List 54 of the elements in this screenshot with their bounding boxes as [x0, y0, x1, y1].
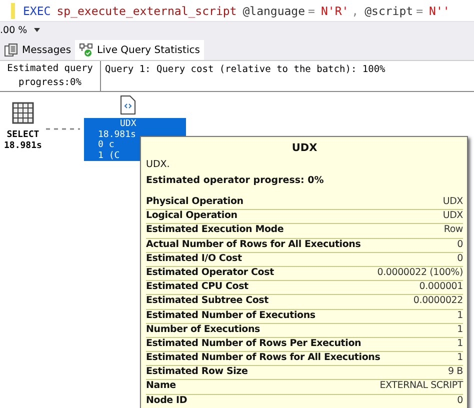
table-icon	[12, 102, 34, 124]
tooltip-title: UDX	[290, 142, 318, 155]
code-keyword: EXEC	[23, 4, 51, 18]
query-estimate-text: Estimated query progress:0%	[0, 61, 101, 91]
property-name: Logical Operation	[146, 210, 238, 224]
property-name: Physical Operation	[146, 196, 244, 209]
code-operator: =	[308, 4, 315, 18]
property-value: 0.000001	[419, 281, 463, 294]
zoom-dropdown[interactable]: .00 %	[0, 24, 44, 36]
property-name: Estimated Number of Rows Per Execution	[146, 338, 362, 351]
property-value: UDX	[442, 210, 463, 224]
property-name: Actual Number of Rows for All Executions	[146, 238, 361, 252]
property-value: 0	[457, 252, 463, 266]
property-name: Name	[146, 380, 176, 394]
property-name: Estimated Number of Executions	[146, 310, 316, 322]
tab[interactable]: Messages	[0, 40, 76, 60]
property-name: Estimated Row Size	[146, 366, 248, 380]
property-name: Node ID	[146, 394, 188, 408]
procedure-name: sp_execute_external_script	[56, 4, 237, 18]
caret-icon	[34, 28, 40, 32]
tab[interactable]: Live Query Statistics	[75, 40, 204, 60]
property-value: 1	[457, 324, 463, 337]
property-value: 0.0000022	[413, 295, 463, 308]
property-value: EXTERNAL SCRIPT	[380, 380, 463, 394]
property-name: Estimated CPU Cost	[146, 281, 248, 294]
tooltip-description: UDX.	[146, 159, 171, 171]
code-parameter: @language	[242, 4, 306, 18]
property-value: 0.0000022 (100%)	[377, 266, 463, 280]
property-value: 9 B	[448, 366, 463, 380]
property-value: 0	[457, 394, 463, 408]
property-name: Estimated Operator Cost	[146, 266, 274, 280]
property-value: 1	[457, 338, 463, 351]
document-icon	[4, 43, 18, 57]
code-string: N''	[429, 4, 450, 18]
property-value: 1	[457, 310, 463, 322]
property-name: Estimated Number of Rows for All Executions	[146, 352, 380, 366]
property-name: Estimated I/O Cost	[146, 252, 242, 266]
plan-node-label[interactable]: SELECT 18.981s	[4, 130, 42, 152]
property-value: UDX	[442, 196, 463, 209]
script-file-icon	[120, 95, 136, 115]
property-value: Row	[444, 224, 463, 238]
code-string: N'R'	[320, 4, 349, 18]
plan-icon	[79, 43, 94, 57]
property-name: Estimated Execution Mode	[146, 224, 284, 238]
property-value: 0	[457, 238, 463, 252]
property-name: Estimated Subtree Cost	[146, 295, 268, 308]
code-comma: ,	[352, 4, 359, 18]
property-name: Number of Executions	[146, 324, 260, 337]
property-value: 1	[457, 352, 463, 366]
query-cost-text: Query 1: Query cost (relative to the batch): 100%	[104, 63, 386, 77]
operator-estimate-text: Estimated operator progress: 0%	[146, 175, 325, 187]
connector-line	[46, 128, 80, 130]
code-operator: =	[416, 4, 424, 18]
code-parameter: @script	[364, 4, 414, 18]
